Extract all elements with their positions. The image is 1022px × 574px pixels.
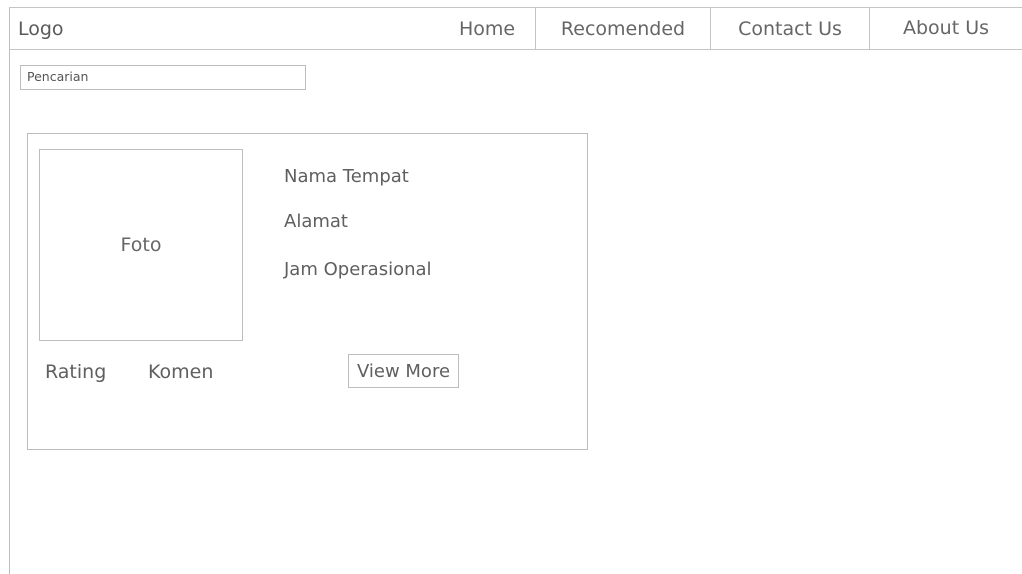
nav-home[interactable]: Home xyxy=(439,8,535,50)
nav-about-us[interactable]: About Us xyxy=(869,8,1022,50)
frame-border xyxy=(9,7,10,574)
place-photo: Foto xyxy=(39,149,243,341)
top-navbar: Logo Home Recomended Contact Us About Us xyxy=(9,7,1022,50)
search-input[interactable] xyxy=(20,65,306,90)
place-address: Alamat xyxy=(284,211,348,232)
place-rating: Rating xyxy=(45,361,107,383)
photo-label: Foto xyxy=(120,234,162,256)
logo: Logo xyxy=(18,18,64,40)
place-comments: Komen xyxy=(148,361,214,383)
view-more-button[interactable]: View More xyxy=(348,354,459,388)
place-card: Foto Nama Tempat Alamat Jam Operasional … xyxy=(27,133,588,450)
place-opening-hours: Jam Operasional xyxy=(284,259,432,280)
nav-recomended[interactable]: Recomended xyxy=(535,8,710,50)
place-name: Nama Tempat xyxy=(284,166,409,187)
nav-contact-us[interactable]: Contact Us xyxy=(710,8,869,50)
